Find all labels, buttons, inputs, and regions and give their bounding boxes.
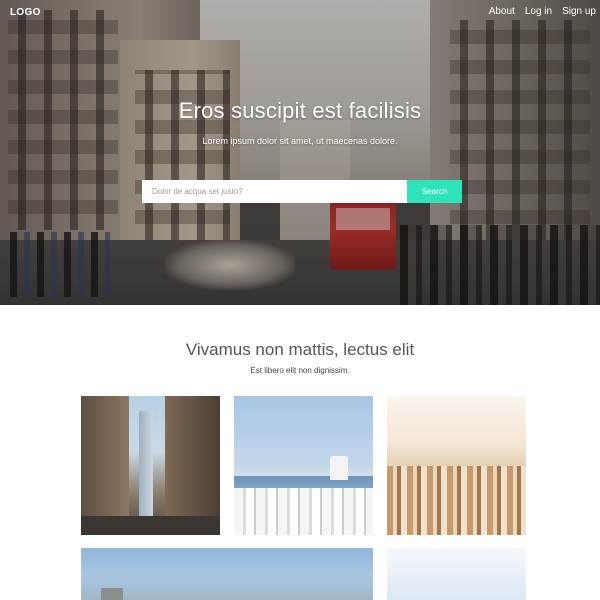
logo[interactable]: LOGO	[10, 7, 41, 18]
section-subtitle: Est libero elit non dignissim.	[250, 366, 350, 375]
nav-signup-link[interactable]: Sign up	[562, 6, 596, 17]
section-title: Vivamus non mattis, lectus elit	[185, 340, 415, 359]
photo-windmill	[330, 456, 348, 480]
photo-castle	[101, 588, 123, 600]
top-nav: About Log in Sign up	[489, 6, 600, 17]
hero-overlay	[0, 0, 600, 305]
hero-subtitle: Lorem ipsum dolor sit amet, ut maecenas …	[202, 136, 398, 146]
photo-building-right	[165, 396, 220, 535]
gallery-photo-sky[interactable]	[387, 548, 526, 600]
gallery-photo-santorini[interactable]	[234, 396, 373, 535]
gallery-photo-coastline[interactable]	[81, 548, 373, 600]
photo-road	[81, 516, 220, 535]
nav-about-link[interactable]: About	[489, 6, 515, 17]
nav-login-link[interactable]: Log in	[525, 6, 552, 17]
gallery-photo-city-sunset[interactable]	[387, 396, 526, 535]
search-button[interactable]: Search	[407, 180, 462, 203]
search-input[interactable]	[142, 180, 407, 203]
gallery-photo-city-street[interactable]	[81, 396, 220, 535]
photo-tower	[139, 411, 153, 521]
photo-white-town	[234, 488, 373, 535]
search-bar: Search	[142, 180, 462, 203]
photo-building-left	[81, 396, 129, 535]
hero-title: Eros suscipit est facilisis	[178, 98, 422, 123]
photo-rooftops	[387, 466, 526, 535]
hero-banner: LOGO About Log in Sign up Eros suscipit …	[0, 0, 600, 305]
